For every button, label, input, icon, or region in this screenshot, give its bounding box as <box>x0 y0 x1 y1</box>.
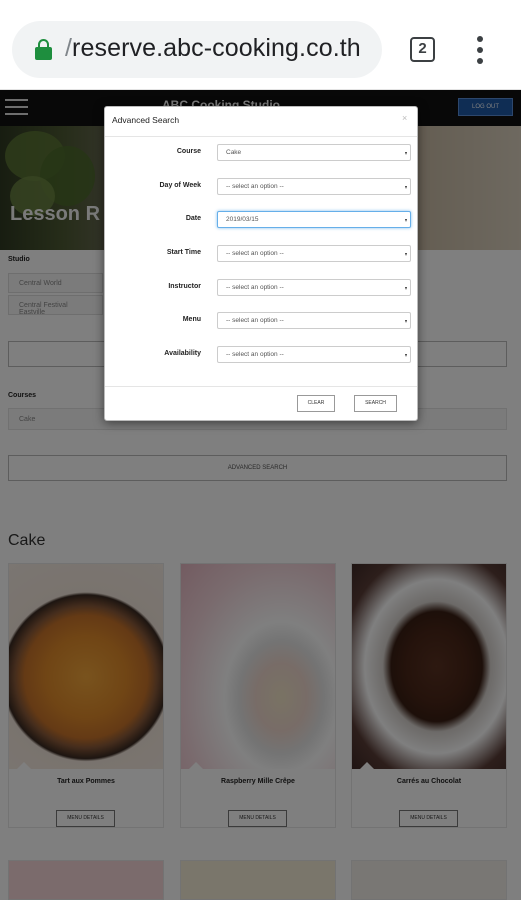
address-bar[interactable]: /reserve.abc-cooking.co.th <box>12 21 382 78</box>
modal-footer-divider <box>105 386 417 387</box>
chevron-down-icon <box>405 287 407 290</box>
url-domain: reserve.abc-cooking.co.th <box>72 34 361 62</box>
chevron-down-icon <box>405 320 407 323</box>
tab-switcher-button[interactable]: 2 <box>410 37 435 62</box>
modal-title: Advanced Search <box>112 115 180 125</box>
advanced-search-modal: Advanced Search × Course Cake Day of Wee… <box>104 106 418 421</box>
course-value: Cake <box>226 149 242 156</box>
menu-label: Menu <box>182 316 201 323</box>
chevron-down-icon <box>405 253 407 256</box>
menu-value: -- select an option -- <box>226 317 284 324</box>
start-time-select[interactable]: -- select an option -- <box>217 245 411 262</box>
browser-toolbar: /reserve.abc-cooking.co.th 2 <box>0 0 521 90</box>
chevron-down-icon <box>405 152 407 155</box>
availability-value: -- select an option -- <box>226 351 284 358</box>
course-select[interactable]: Cake <box>217 144 411 161</box>
url-prefix: / <box>65 34 73 62</box>
clear-button[interactable]: CLEAR <box>297 395 335 412</box>
date-label: Date <box>185 215 201 222</box>
url-text[interactable]: /reserve.abc-cooking.co.th <box>65 34 361 63</box>
day-of-week-value: -- select an option -- <box>226 183 284 190</box>
menu-select[interactable]: -- select an option -- <box>217 312 411 329</box>
instructor-select[interactable]: -- select an option -- <box>217 279 411 296</box>
day-of-week-label: Day of Week <box>159 182 202 189</box>
course-label: Course <box>176 148 201 155</box>
date-value: 2019/03/15 <box>226 216 259 223</box>
instructor-value: -- select an option -- <box>226 284 284 291</box>
chevron-down-icon <box>405 354 407 357</box>
chevron-down-icon <box>405 186 407 189</box>
more-options-icon[interactable] <box>475 36 485 64</box>
search-button[interactable]: SEARCH <box>354 395 397 412</box>
close-icon[interactable]: × <box>402 113 407 123</box>
start-time-value: -- select an option -- <box>226 250 284 257</box>
chevron-down-icon <box>405 219 407 222</box>
day-of-week-select[interactable]: -- select an option -- <box>217 178 411 195</box>
date-select[interactable]: 2019/03/15 <box>217 211 411 228</box>
modal-header-divider <box>105 136 417 137</box>
lock-icon[interactable] <box>35 39 52 60</box>
start-time-label: Start Time <box>166 249 201 256</box>
availability-label: Availability <box>164 350 201 357</box>
instructor-label: Instructor <box>168 283 201 290</box>
availability-select[interactable]: -- select an option -- <box>217 346 411 363</box>
